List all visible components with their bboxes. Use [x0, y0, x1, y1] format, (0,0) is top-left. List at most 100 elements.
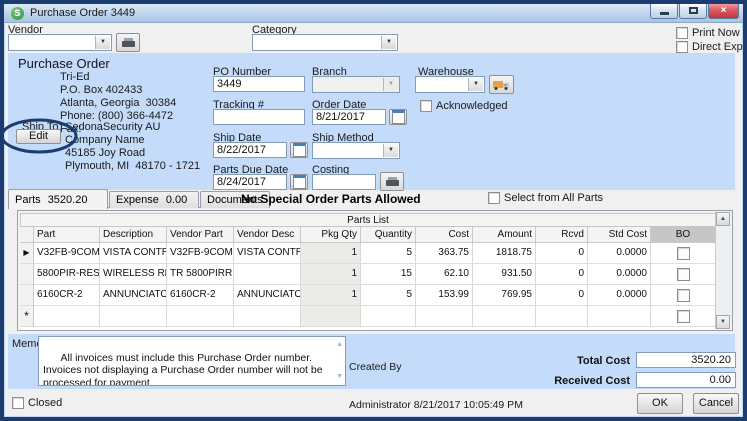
- cell-pkg-qty[interactable]: 1: [301, 285, 361, 306]
- col-header-bo[interactable]: BO: [651, 227, 716, 243]
- cell-vendor-part[interactable]: TR 5800PIRRES: [167, 264, 234, 285]
- print-now-checkbox[interactable]: [676, 27, 688, 39]
- po-number-field[interactable]: 3449: [213, 76, 305, 92]
- cell-vendor-part[interactable]: [167, 306, 234, 327]
- cell-description[interactable]: VISTA CONTROL P: [100, 243, 167, 264]
- edit-button[interactable]: Edit: [16, 129, 61, 144]
- bo-checkbox[interactable]: [677, 289, 690, 302]
- cell-description[interactable]: WIRELESS RESIDE: [100, 264, 167, 285]
- maximize-button[interactable]: [679, 4, 707, 19]
- ship-date-picker-button[interactable]: [290, 142, 308, 158]
- col-header-cost[interactable]: Cost: [416, 227, 473, 243]
- table-row[interactable]: 5800PIR-RES WIRELESS RESIDE TR 5800PIRRE…: [20, 264, 716, 285]
- ship-method-select[interactable]: U P S GROUND ▼: [312, 142, 400, 159]
- cell-amount[interactable]: 1818.75: [473, 243, 536, 264]
- cell-description[interactable]: ANNUNCIATOR KE: [100, 285, 167, 306]
- warehouse-select[interactable]: *MI-Main ▼: [415, 76, 485, 93]
- chevron-down-icon[interactable]: ▼: [381, 36, 396, 49]
- bo-checkbox[interactable]: [677, 268, 690, 281]
- cell-vendor-desc[interactable]: [234, 264, 301, 285]
- cell-part[interactable]: 5800PIR-RES: [34, 264, 100, 285]
- vendor-open-button[interactable]: [116, 33, 140, 52]
- cell-rcvd[interactable]: 0: [536, 243, 588, 264]
- cell-amount[interactable]: 769.95: [473, 285, 536, 306]
- col-header-pkg-qty[interactable]: Pkg Qty: [301, 227, 361, 243]
- col-header-amount[interactable]: Amount: [473, 227, 536, 243]
- cancel-button[interactable]: Cancel: [693, 393, 739, 414]
- table-row[interactable]: 6160CR-2 ANNUNCIATOR KE 6160CR-2 ANNUNCI…: [20, 285, 716, 306]
- costing-lookup-button[interactable]: [380, 172, 404, 191]
- cell-pkg-qty[interactable]: 1: [301, 264, 361, 285]
- cell-part[interactable]: 6160CR-2: [34, 285, 100, 306]
- cell-pkg-qty[interactable]: [301, 306, 361, 327]
- cell-rcvd[interactable]: [536, 306, 588, 327]
- cell-std-cost[interactable]: 0.0000: [588, 285, 651, 306]
- cell-std-cost[interactable]: [588, 306, 651, 327]
- ok-button[interactable]: OK: [637, 393, 683, 414]
- costing-field[interactable]: [312, 174, 376, 190]
- col-header-rcvd[interactable]: Rcvd: [536, 227, 588, 243]
- cell-quantity[interactable]: [361, 306, 416, 327]
- cell-part[interactable]: [34, 306, 100, 327]
- cell-quantity[interactable]: 5: [361, 285, 416, 306]
- tracking-field[interactable]: [213, 109, 305, 125]
- cell-cost[interactable]: 62.10: [416, 264, 473, 285]
- parts-due-date-field[interactable]: 8/24/2017: [213, 174, 287, 190]
- cell-cost[interactable]: [416, 306, 473, 327]
- cell-vendor-desc[interactable]: VISTA CONTROL P: [234, 243, 301, 264]
- cell-vendor-desc[interactable]: ANNUNCIATOR KE: [234, 285, 301, 306]
- cell-vendor-part[interactable]: 6160CR-2: [167, 285, 234, 306]
- ship-date-field[interactable]: 8/22/2017: [213, 142, 287, 158]
- cell-rcvd[interactable]: 0: [536, 285, 588, 306]
- cell-amount[interactable]: [473, 306, 536, 327]
- scroll-down-button[interactable]: ▼: [716, 315, 730, 329]
- direct-expense-checkbox[interactable]: [676, 41, 688, 53]
- cell-std-cost[interactable]: 0.0000: [588, 243, 651, 264]
- row-selector[interactable]: [20, 264, 34, 285]
- memo-textarea[interactable]: All invoices must include this Purchase …: [38, 336, 346, 386]
- close-button[interactable]: ×: [708, 4, 739, 19]
- grid-vertical-scrollbar[interactable]: ▲ ▼: [715, 212, 731, 329]
- col-header-description[interactable]: Description: [100, 227, 167, 243]
- col-header-vendor-part[interactable]: Vendor Part: [167, 227, 234, 243]
- bo-checkbox[interactable]: [677, 310, 690, 323]
- cell-quantity[interactable]: 15: [361, 264, 416, 285]
- cell-vendor-desc[interactable]: [234, 306, 301, 327]
- tab-parts[interactable]: Parts 3520.20: [8, 189, 108, 209]
- cell-std-cost[interactable]: 0.0000: [588, 264, 651, 285]
- chevron-down-icon[interactable]: ▼: [95, 36, 110, 49]
- vendor-select[interactable]: Tri-Ed ▼: [8, 34, 112, 51]
- order-date-picker-button[interactable]: [389, 109, 407, 125]
- scroll-down-icon[interactable]: ▼: [336, 371, 343, 384]
- minimize-button[interactable]: [650, 4, 678, 19]
- new-row[interactable]: *: [20, 306, 716, 327]
- row-selector[interactable]: [20, 285, 34, 306]
- acknowledged-checkbox[interactable]: [420, 100, 432, 112]
- tab-expense[interactable]: Expense 0.00: [109, 191, 199, 208]
- order-date-field[interactable]: 8/21/2017: [312, 109, 386, 125]
- cell-rcvd[interactable]: 0: [536, 264, 588, 285]
- cell-vendor-part[interactable]: V32FB-9COM: [167, 243, 234, 264]
- category-select[interactable]: SVC T&M ▼: [252, 34, 398, 51]
- select-from-all-parts-checkbox[interactable]: [488, 192, 500, 204]
- col-header-vendor-desc[interactable]: Vendor Desc: [234, 227, 301, 243]
- bo-checkbox[interactable]: [677, 247, 690, 260]
- closed-checkbox[interactable]: [12, 397, 24, 409]
- scroll-up-icon[interactable]: ▲: [336, 339, 343, 352]
- parts-due-date-picker-button[interactable]: [290, 174, 308, 190]
- warehouse-lookup-button[interactable]: [489, 75, 514, 94]
- cell-part[interactable]: V32FB-9COM: [34, 243, 100, 264]
- cell-description[interactable]: [100, 306, 167, 327]
- col-header-quantity[interactable]: Quantity: [361, 227, 416, 243]
- chevron-down-icon[interactable]: ▼: [383, 144, 398, 157]
- table-row[interactable]: ▶ V32FB-9COM VISTA CONTROL P V32FB-9COM …: [20, 243, 716, 264]
- cell-cost[interactable]: 153.99: [416, 285, 473, 306]
- cell-cost[interactable]: 363.75: [416, 243, 473, 264]
- cell-quantity[interactable]: 5: [361, 243, 416, 264]
- chevron-down-icon[interactable]: ▼: [468, 78, 483, 91]
- col-header-part[interactable]: Part: [34, 227, 100, 243]
- scroll-up-button[interactable]: ▲: [716, 212, 730, 226]
- row-selector[interactable]: ▶: [20, 243, 34, 264]
- titlebar[interactable]: S Purchase Order 3449 ×: [4, 4, 743, 23]
- cell-pkg-qty[interactable]: 1: [301, 243, 361, 264]
